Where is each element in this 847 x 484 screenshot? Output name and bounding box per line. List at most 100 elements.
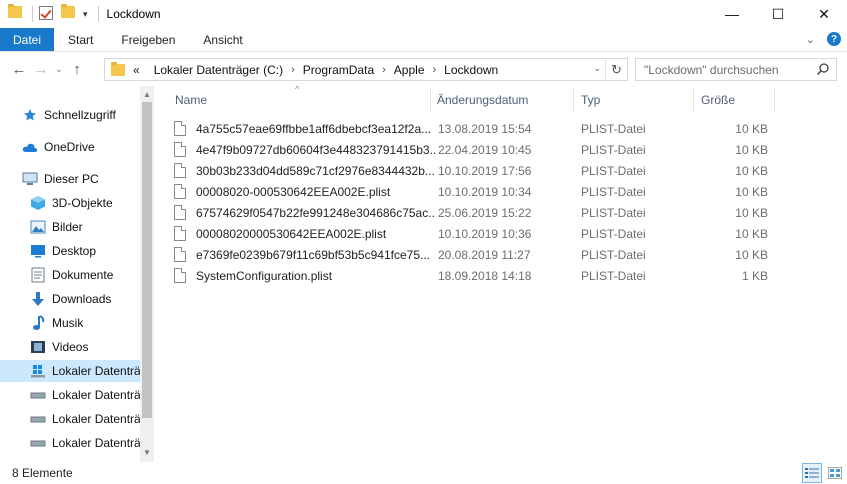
table-row[interactable]: e7369fe0239b679f11c69bf53b5c941fce75... … bbox=[174, 244, 774, 265]
file-size: 10 KB bbox=[735, 184, 768, 199]
table-row[interactable]: 67574629f0547b22fe991248e304686c75ac... … bbox=[174, 202, 774, 223]
file-name: 30b03b233d04dd589c71cf2976e8344432b... bbox=[196, 163, 435, 178]
file-icon bbox=[174, 226, 186, 241]
sidebar-item-label: Musik bbox=[52, 316, 84, 330]
file-type: PLIST-Datei bbox=[581, 205, 646, 220]
file-date: 25.06.2019 15:22 bbox=[438, 205, 532, 220]
column-header-date[interactable]: Änderungsdatum bbox=[437, 86, 528, 114]
navigation-bar: ← → ⌄ ↑ « Lokaler Datenträger (C:) › Pro… bbox=[0, 54, 847, 84]
breadcrumb-apple[interactable]: Apple bbox=[394, 63, 425, 77]
sidebar-item-local-disk-c[interactable]: Lokaler Datenträ bbox=[0, 360, 140, 382]
search-icon[interactable] bbox=[816, 62, 830, 76]
file-date: 10.10.2019 10:34 bbox=[438, 184, 532, 199]
file-name: 67574629f0547b22fe991248e304686c75ac... bbox=[196, 205, 436, 220]
maximize-button[interactable]: ☐ bbox=[755, 0, 801, 28]
breadcrumb-separator[interactable]: › bbox=[291, 64, 295, 76]
table-row[interactable]: 4e47f9b09727db60604f3e448323791415b3... … bbox=[174, 139, 774, 160]
drive-icon bbox=[30, 435, 46, 451]
file-type: PLIST-Datei bbox=[581, 184, 646, 199]
window-controls: — ☐ ✕ bbox=[709, 0, 847, 28]
scroll-thumb[interactable] bbox=[142, 102, 152, 418]
scroll-up-icon[interactable]: ▲ bbox=[140, 88, 154, 102]
sidebar-item-label: Lokaler Datenträ bbox=[52, 364, 140, 378]
breadcrumb-separator[interactable]: › bbox=[433, 64, 437, 76]
file-type: PLIST-Datei bbox=[581, 142, 646, 157]
file-date: 10.10.2019 17:56 bbox=[438, 163, 532, 178]
file-size: 10 KB bbox=[735, 142, 768, 157]
table-row[interactable]: 00008020000530642EEA002E.plist 10.10.201… bbox=[174, 223, 774, 244]
properties-icon[interactable] bbox=[39, 6, 55, 22]
file-name: 00008020000530642EEA002E.plist bbox=[196, 226, 387, 241]
quick-access-toolbar: ▾ bbox=[0, 0, 98, 28]
forward-button[interactable]: → bbox=[30, 61, 52, 78]
minimize-button[interactable]: — bbox=[709, 0, 755, 28]
file-type: PLIST-Datei bbox=[581, 163, 646, 178]
breadcrumb-lockdown[interactable]: Lockdown bbox=[444, 63, 498, 77]
star-icon bbox=[22, 107, 38, 123]
tab-freigeben[interactable]: Freigeben bbox=[107, 28, 189, 51]
expand-ribbon-icon[interactable]: ⌄ bbox=[806, 33, 815, 46]
new-folder-icon[interactable] bbox=[61, 4, 77, 22]
sidebar-item-label: Bilder bbox=[52, 220, 83, 234]
address-bar[interactable]: « Lokaler Datenträger (C:) › ProgramData… bbox=[104, 58, 628, 81]
column-divider[interactable] bbox=[693, 88, 694, 112]
tab-datei[interactable]: Datei bbox=[0, 28, 55, 51]
file-date: 18.09.2018 14:18 bbox=[438, 268, 532, 283]
details-view-icon[interactable] bbox=[802, 463, 822, 483]
documents-icon bbox=[30, 267, 46, 283]
table-row[interactable]: 4a755c57eae69ffbbe1aff6dbebcf3ea12f2a...… bbox=[174, 118, 774, 139]
cube-icon bbox=[30, 195, 46, 211]
column-divider[interactable] bbox=[573, 88, 574, 112]
music-icon bbox=[30, 315, 46, 331]
download-icon bbox=[30, 291, 46, 307]
file-size: 10 KB bbox=[735, 226, 768, 241]
back-button[interactable]: ← bbox=[8, 61, 30, 78]
table-row[interactable]: 00008020-000530642EEA002E.plist 10.10.20… bbox=[174, 181, 774, 202]
windows-drive-icon bbox=[30, 363, 46, 379]
close-button[interactable]: ✕ bbox=[801, 0, 847, 28]
table-row[interactable]: 30b03b233d04dd589c71cf2976e8344432b... 1… bbox=[174, 160, 774, 181]
column-divider[interactable] bbox=[774, 88, 775, 112]
column-header-type[interactable]: Typ bbox=[581, 86, 600, 114]
file-date: 20.08.2019 11:27 bbox=[438, 247, 531, 262]
ribbon-tabs: Datei Start Freigeben Ansicht ⌄ ? bbox=[0, 28, 847, 52]
item-count: 8 Elemente bbox=[12, 466, 73, 480]
large-icons-view-icon[interactable] bbox=[825, 463, 845, 483]
sidebar-item-label: Desktop bbox=[52, 244, 97, 258]
file-name: 4e47f9b09727db60604f3e448323791415b3... bbox=[196, 142, 436, 157]
drive-icon bbox=[30, 411, 46, 427]
file-icon bbox=[174, 205, 186, 220]
cloud-icon bbox=[22, 139, 38, 155]
folder-icon bbox=[111, 61, 125, 76]
sidebar-item-local-disk[interactable]: Lokaler Datenträ bbox=[30, 408, 140, 430]
column-header-name[interactable]: Name bbox=[175, 86, 207, 114]
sidebar-item-label: Downloads bbox=[52, 292, 112, 306]
file-name: SystemConfiguration.plist bbox=[196, 268, 333, 283]
breadcrumb-programdata[interactable]: ProgramData bbox=[303, 63, 374, 77]
pc-icon bbox=[22, 171, 38, 187]
breadcrumb-drive[interactable]: Lokaler Datenträger (C:) bbox=[154, 63, 283, 77]
nav-scrollbar[interactable]: ▲ ▼ bbox=[140, 86, 154, 462]
sidebar-item-local-disk[interactable]: Lokaler Datenträ bbox=[30, 432, 140, 454]
table-row[interactable]: SystemConfiguration.plist 18.09.2018 14:… bbox=[174, 265, 774, 286]
qat-divider bbox=[32, 6, 33, 22]
breadcrumb-separator[interactable]: › bbox=[382, 64, 386, 76]
scroll-down-icon[interactable]: ▼ bbox=[140, 446, 154, 460]
qat-dropdown-icon[interactable]: ▾ bbox=[83, 9, 88, 20]
file-date: 13.08.2019 15:54 bbox=[438, 121, 532, 136]
address-dropdown-icon[interactable]: ⌄ bbox=[593, 63, 601, 74]
column-divider[interactable] bbox=[430, 88, 431, 112]
help-icon[interactable]: ? bbox=[827, 32, 841, 46]
recent-locations-icon[interactable]: ⌄ bbox=[52, 64, 66, 75]
file-name: 4a755c57eae69ffbbe1aff6dbebcf3ea12f2a... bbox=[196, 121, 432, 136]
file-date: 22.04.2019 10:45 bbox=[438, 142, 532, 157]
refresh-button[interactable]: ↻ bbox=[605, 59, 627, 80]
tab-start[interactable]: Start bbox=[54, 28, 107, 51]
column-header-size[interactable]: Größe bbox=[701, 86, 735, 114]
file-icon bbox=[174, 121, 186, 136]
up-button[interactable]: ↑ bbox=[66, 61, 88, 78]
breadcrumb-overflow[interactable]: « bbox=[133, 63, 140, 77]
sidebar-item-local-disk[interactable]: Lokaler Datenträ bbox=[30, 384, 140, 406]
tab-ansicht[interactable]: Ansicht bbox=[189, 28, 256, 51]
search-input[interactable]: "Lockdown" durchsuchen bbox=[635, 58, 837, 81]
